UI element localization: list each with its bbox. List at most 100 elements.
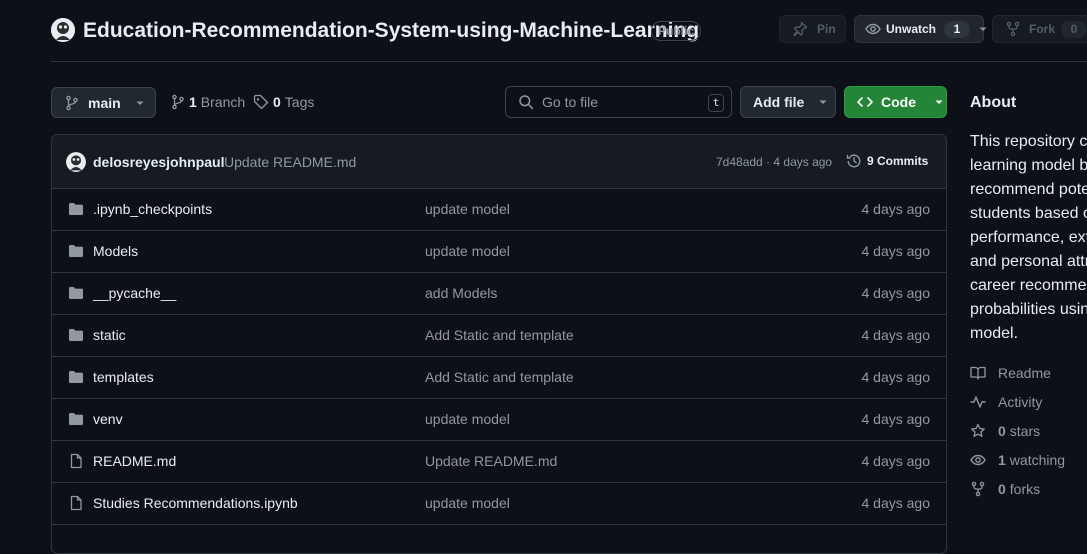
file-commit-message[interactable]: add Models <box>425 285 497 301</box>
history-icon <box>846 153 862 169</box>
activity-label: Activity <box>998 394 1043 410</box>
branch-count: 1 <box>189 94 197 110</box>
file-commit-message[interactable]: update model <box>425 201 510 217</box>
watching-count: 1 <box>998 452 1006 468</box>
description-line: career recommen <box>970 277 1087 294</box>
search-placeholder: Go to file <box>542 94 599 110</box>
file-commit-time: 4 days ago <box>861 243 931 259</box>
commit-author[interactable]: delosreyesjohnpaul <box>93 154 224 170</box>
pin-icon <box>792 21 808 37</box>
description-line: model. <box>970 325 1019 342</box>
fork-icon <box>1005 21 1021 37</box>
tag-count: 0 <box>273 94 281 110</box>
file-commit-time: 4 days ago <box>861 327 931 343</box>
add-file-button[interactable]: Add file <box>740 86 836 118</box>
file-table: delosreyesjohnpaul Update README.md 7d48… <box>51 134 947 554</box>
description-line: This repository c <box>970 133 1087 150</box>
pin-button[interactable]: Pin <box>779 15 846 43</box>
file-name[interactable]: venv <box>93 411 123 427</box>
owner-avatar[interactable] <box>51 18 75 42</box>
file-row[interactable]: README.md Update README.md 4 days ago <box>52 441 946 483</box>
stars-label: stars <box>1009 423 1041 439</box>
commit-hash-time[interactable]: 7d48add · 4 days ago <box>716 155 832 169</box>
file-commit-time: 4 days ago <box>861 411 931 427</box>
fork-button[interactable]: Fork 0 <box>992 15 1087 43</box>
chevron-down-icon <box>135 98 145 108</box>
file-commit-time: 4 days ago <box>861 285 931 301</box>
readme-label: Readme <box>998 365 1051 381</box>
commits-link[interactable]: 9 Commits <box>846 153 928 169</box>
folder-icon <box>68 411 84 427</box>
folder-icon <box>68 285 84 301</box>
file-row[interactable]: Studies Recommendations.ipynb update mode… <box>52 483 946 525</box>
repo-name[interactable]: Education-Recommendation-System-using-Ma… <box>83 18 699 44</box>
file-name[interactable]: static <box>93 327 126 343</box>
eye-icon <box>865 21 881 37</box>
activity-link[interactable]: Activity <box>970 394 1042 410</box>
visibility-badge: Public <box>651 21 702 41</box>
watching-label: watching <box>1009 452 1066 468</box>
file-commit-message[interactable]: update model <box>425 411 510 427</box>
commits-count: 9 Commits <box>867 154 929 168</box>
chevron-down-icon <box>818 97 828 107</box>
file-name[interactable]: Models <box>93 243 138 259</box>
description-line: learning model b <box>970 157 1087 174</box>
search-shortcut-key: t <box>708 94 724 112</box>
file-name[interactable]: README.md <box>93 453 176 469</box>
folder-icon <box>68 369 84 385</box>
file-commit-time: 4 days ago <box>861 495 931 511</box>
code-button[interactable]: Code <box>844 86 947 118</box>
about-heading: About <box>970 94 1017 111</box>
watch-count: 1 <box>944 20 971 38</box>
tags-link[interactable]: 0 Tags <box>253 94 314 110</box>
stars-count: 0 <box>998 423 1006 439</box>
code-label: Code <box>881 94 916 110</box>
folder-icon <box>68 327 84 343</box>
branch-icon <box>170 94 186 110</box>
file-icon <box>68 453 84 469</box>
commit-message[interactable]: Update README.md <box>224 154 356 170</box>
chevron-down-icon[interactable] <box>978 24 988 34</box>
file-row[interactable]: Models update model 4 days ago <box>52 231 946 273</box>
folder-icon <box>68 201 84 217</box>
file-row[interactable]: __pycache__ add Models 4 days ago <box>52 273 946 315</box>
description-line: and personal attr <box>970 253 1087 270</box>
forks-link[interactable]: 0 forks <box>970 481 1040 497</box>
forks-label: forks <box>1009 481 1041 497</box>
file-row[interactable]: templates Add Static and template 4 days a… <box>52 357 946 399</box>
search-icon <box>518 94 534 110</box>
fork-icon <box>970 481 986 497</box>
file-icon <box>68 495 84 511</box>
file-row[interactable]: .ipynb_checkpoints update model 4 days ago <box>52 189 946 231</box>
latest-commit-bar: delosreyesjohnpaul Update README.md 7d48… <box>52 135 946 189</box>
file-commit-message[interactable]: Add Static and template <box>425 369 574 385</box>
branch-select[interactable]: main <box>51 87 156 118</box>
book-icon <box>970 365 986 381</box>
file-commit-message[interactable]: update model <box>425 243 510 259</box>
branch-icon <box>64 95 80 111</box>
file-name[interactable]: __pycache__ <box>93 285 176 301</box>
file-name[interactable]: .ipynb_checkpoints <box>93 201 212 217</box>
pin-label: Pin <box>817 22 836 36</box>
file-name[interactable]: templates <box>93 369 154 385</box>
code-icon <box>857 94 873 110</box>
file-commit-message[interactable]: Update README.md <box>425 453 557 469</box>
forks-count: 0 <box>998 481 1006 497</box>
file-name[interactable]: Studies Recommendations.ipynb <box>93 495 298 511</box>
file-commit-time: 4 days ago <box>861 453 931 469</box>
readme-link[interactable]: Readme <box>970 365 1051 381</box>
go-to-file-input[interactable]: Go to file t <box>505 86 732 118</box>
author-avatar[interactable] <box>66 152 86 172</box>
pulse-icon <box>970 394 986 410</box>
branch-label: Branch <box>200 94 246 110</box>
file-commit-message[interactable]: update model <box>425 495 510 511</box>
watching-link[interactable]: 1 watching <box>970 452 1065 468</box>
branches-link[interactable]: 1 Branch <box>170 94 245 110</box>
stars-link[interactable]: 0 stars <box>970 423 1040 439</box>
description-line: probabilities usin <box>970 301 1087 318</box>
file-commit-message[interactable]: Add Static and template <box>425 327 574 343</box>
file-row[interactable]: static Add Static and template 4 days ago <box>52 315 946 357</box>
file-commit-time: 4 days ago <box>861 201 931 217</box>
file-row[interactable]: venv update model 4 days ago <box>52 399 946 441</box>
unwatch-button[interactable]: Unwatch 1 <box>854 15 987 43</box>
